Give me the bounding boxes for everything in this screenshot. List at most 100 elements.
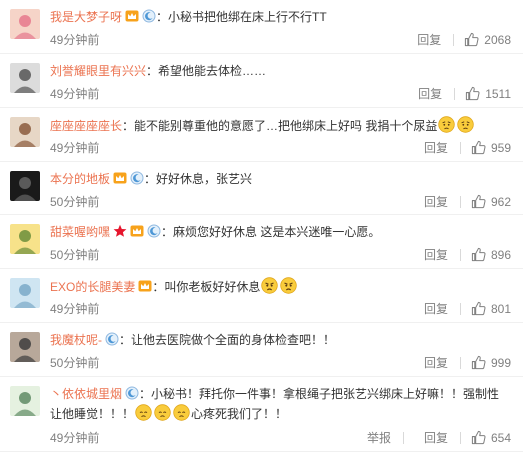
comment-actions: 回复 999 <box>414 354 511 371</box>
like-button[interactable]: 2068 <box>464 32 511 47</box>
divider <box>459 431 461 444</box>
like-count: 1511 <box>485 86 511 101</box>
avatar[interactable] <box>10 224 40 254</box>
avatar[interactable] <box>10 386 40 416</box>
timestamp: 50分钟前 <box>50 356 100 370</box>
comment-body: 我是大梦子呀 ：小秘书把他绑在床上行不行TT <box>50 8 511 27</box>
reply-button[interactable]: 回复 <box>424 246 448 263</box>
like-count: 2068 <box>484 32 511 47</box>
star-icon[interactable] <box>113 224 127 238</box>
comment-list: 我是大梦子呀 ：小秘书把他绑在床上行不行TT 49分钟前 回复 2068 刘誉耀眼里有兴兴… <box>0 0 523 452</box>
comment-body: 丶依依城里烟 ：小秘书！拜托你一件事！拿根绳子把张艺兴绑床上好嘛！！强制性 让他睡觉… <box>50 385 511 424</box>
comment-actions: 回复 801 <box>414 300 511 317</box>
comment-body: EXO的长腿美妻 ：叫你老板好好休息 <box>50 277 511 297</box>
comment-text: ：麻烦您好好休息 这是本兴迷唯一心愿。 <box>161 225 381 239</box>
thumbs-up-icon <box>471 301 491 316</box>
comment-item: EXO的长腿美妻 ：叫你老板好好休息 49分钟前 回复 801 <box>0 269 523 323</box>
divider <box>453 33 455 46</box>
like-button[interactable]: 801 <box>471 301 511 316</box>
worried-face-emoji <box>457 116 475 133</box>
like-count: 959 <box>490 140 511 155</box>
thumbs-up-icon <box>471 140 491 155</box>
comment-actions: 回复 962 <box>414 193 511 210</box>
moon-badge-icon[interactable] <box>142 9 156 23</box>
username-link[interactable]: 甜菜喔哟嘿 <box>50 225 110 239</box>
comment-text: 心疼死我们了！！ <box>191 407 288 421</box>
username-link[interactable]: 本分的地板 <box>50 172 110 186</box>
crown-icon[interactable] <box>125 9 139 23</box>
moon-badge-icon[interactable] <box>105 332 119 346</box>
comment-text: ：让他去医院做个全面的身体检查吧！！ <box>119 333 336 347</box>
divider <box>459 302 461 315</box>
comment-text: ：希望他能去体检…… <box>146 64 267 78</box>
comment-body: 我魔杖呢- ：让他去医院做个全面的身体检查吧！！ <box>50 331 511 350</box>
divider <box>402 431 404 444</box>
thumbs-up-icon <box>471 247 491 262</box>
like-button[interactable]: 654 <box>471 430 511 445</box>
comment-item: 我魔杖呢- ：让他去医院做个全面的身体检查吧！！ 50分钟前 回复 999 <box>0 323 523 377</box>
avatar[interactable] <box>10 278 40 308</box>
like-button[interactable]: 962 <box>471 194 511 209</box>
username-link[interactable]: 我是大梦子呀 <box>50 10 122 24</box>
thumbs-up-icon <box>464 32 484 47</box>
comment-item: 甜菜喔哟嘿 ：麻烦您好好休息 这是本兴迷唯一心愿。 50分钟前 回复 896 <box>0 215 523 269</box>
avatar[interactable] <box>10 171 40 201</box>
report-button[interactable]: 举报 <box>367 429 391 446</box>
crown-icon[interactable] <box>130 224 144 238</box>
comment-text: ：好好休息，张艺兴 <box>144 172 253 186</box>
sad-face-emoji <box>135 404 152 421</box>
avatar[interactable] <box>10 63 40 93</box>
timestamp: 50分钟前 <box>50 195 100 209</box>
reply-button[interactable]: 回复 <box>418 85 442 102</box>
crown-icon[interactable] <box>113 171 127 185</box>
like-button[interactable]: 959 <box>471 140 511 155</box>
comment-body: 甜菜喔哟嘿 ：麻烦您好好休息 这是本兴迷唯一心愿。 <box>50 223 511 242</box>
comment-item: 座座座座座长：能不能别尊重他的意愿了…把他绑床上好吗 我捐十个尿益 49分钟前 回复… <box>0 108 523 162</box>
reply-button[interactable]: 回复 <box>424 429 448 446</box>
avatar[interactable] <box>10 332 40 362</box>
username-link[interactable]: 我魔杖呢- <box>50 333 102 347</box>
crown-icon[interactable] <box>138 279 152 293</box>
like-count: 962 <box>490 194 511 209</box>
like-count: 999 <box>490 355 511 370</box>
reply-button[interactable]: 回复 <box>424 193 448 210</box>
username-link[interactable]: EXO的长腿美妻 <box>50 280 135 294</box>
like-button[interactable]: 896 <box>471 247 511 262</box>
comment-body: 刘誉耀眼里有兴兴：希望他能去体检…… <box>50 62 511 81</box>
divider <box>459 195 461 208</box>
moon-badge-icon[interactable] <box>130 171 144 185</box>
comment-body: 本分的地板 ：好好休息，张艺兴 <box>50 170 511 189</box>
comment-actions: 回复 1511 <box>408 85 511 102</box>
timestamp: 50分钟前 <box>50 248 100 262</box>
comment-item: 丶依依城里烟 ：小秘书！拜托你一件事！拿根绳子把张艺兴绑床上好嘛！！强制性 让他睡觉… <box>0 377 523 452</box>
username-link[interactable]: 刘誉耀眼里有兴兴 <box>50 64 146 78</box>
comment-text: ：叫你老板好好休息 <box>152 280 261 294</box>
comment-item: 我是大梦子呀 ：小秘书把他绑在床上行不行TT 49分钟前 回复 2068 <box>0 0 523 54</box>
timestamp: 49分钟前 <box>50 141 100 155</box>
like-button[interactable]: 1511 <box>465 86 511 101</box>
divider <box>454 87 456 100</box>
comment-text: ：小秘书！拜托你一件事！拿根绳子把张艺兴绑床上好嘛！！强制性 <box>139 387 500 401</box>
sad-face-emoji <box>173 404 190 421</box>
like-count: 654 <box>490 430 511 445</box>
username-link[interactable]: 座座座座座长 <box>50 119 122 133</box>
timestamp: 49分钟前 <box>50 431 100 445</box>
worried-face-emoji <box>438 116 456 133</box>
avatar[interactable] <box>10 9 40 39</box>
username-link[interactable]: 丶依依城里烟 <box>50 387 122 401</box>
reply-button[interactable]: 回复 <box>424 300 448 317</box>
timestamp: 49分钟前 <box>50 87 100 101</box>
avatar[interactable] <box>10 117 40 147</box>
moon-badge-icon[interactable] <box>125 386 139 400</box>
reply-button[interactable]: 回复 <box>417 31 441 48</box>
like-button[interactable]: 999 <box>471 355 511 370</box>
comment-text: ：能不能别尊重他的意愿了…把他绑床上好吗 我捐十个尿益 <box>122 119 438 133</box>
comment-text: 让他睡觉！！！ <box>50 407 135 421</box>
divider <box>459 141 461 154</box>
comment-item: 刘誉耀眼里有兴兴：希望他能去体检…… 49分钟前 回复 1511 <box>0 54 523 108</box>
thumbs-up-icon <box>471 194 491 209</box>
reply-button[interactable]: 回复 <box>424 139 448 156</box>
angry-face-emoji <box>280 277 298 294</box>
reply-button[interactable]: 回复 <box>424 354 448 371</box>
moon-badge-icon[interactable] <box>147 224 161 238</box>
